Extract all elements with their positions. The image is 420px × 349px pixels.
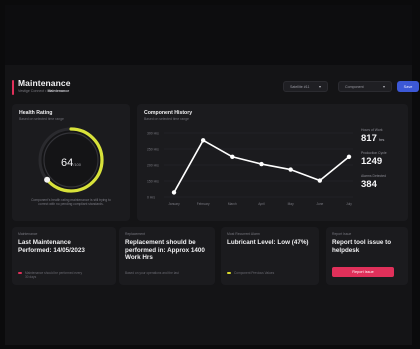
y-tick-label: 200 Hrs bbox=[147, 163, 159, 167]
card-foot-text: Component Previous Values bbox=[234, 271, 275, 275]
card-label: Report Issue bbox=[332, 232, 352, 236]
stat-value: 817 hrs bbox=[361, 133, 387, 144]
data-point[interactable] bbox=[346, 154, 352, 159]
chevron-down-icon: ▾ bbox=[318, 84, 321, 89]
stat-label: Hours of Work bbox=[361, 128, 383, 132]
card-foot: Maintenance should be performed every 30… bbox=[18, 271, 83, 279]
stat-production: Production Cycle 1249 bbox=[361, 151, 387, 167]
y-tick-label: 150 Hrs bbox=[147, 179, 159, 183]
health-value: 64/100 bbox=[52, 153, 90, 171]
x-tick-label: June bbox=[316, 202, 323, 206]
x-tick-label: April bbox=[258, 202, 265, 206]
data-point[interactable] bbox=[317, 178, 323, 183]
component-select-value: Component bbox=[345, 84, 364, 89]
data-point[interactable] bbox=[171, 190, 177, 195]
card-text: Report tool issue to helpdesk bbox=[332, 239, 392, 254]
component-history-chart: 300 Hrs 250 Hrs 200 Hrs 150 Hrs 0 Hrs January… bbox=[147, 131, 353, 206]
breadcrumb-prefix[interactable]: Vestige Connect • bbox=[18, 89, 46, 93]
breadcrumb-current: Maintenance bbox=[47, 89, 70, 93]
satellite-select-value: Satellite #11 bbox=[290, 84, 310, 89]
stat-unit: hrs bbox=[378, 137, 385, 142]
stat-label: Production Cycle bbox=[361, 151, 387, 155]
page-title: Maintenance bbox=[18, 78, 71, 88]
replacement-card: Replacement Replacement should be perfor… bbox=[119, 227, 215, 285]
save-button[interactable]: Save bbox=[397, 81, 419, 92]
y-tick-label: 300 Hrs bbox=[147, 131, 159, 135]
y-tick-label: 0 Hrs bbox=[147, 195, 155, 199]
series-line bbox=[173, 139, 350, 193]
card-foot: Component Previous Values bbox=[227, 271, 274, 275]
card-text: Replacement should be performed in: Appr… bbox=[125, 239, 205, 262]
health-score: 64 bbox=[60, 157, 74, 169]
y-tick-label: 250 Hrs bbox=[147, 147, 159, 151]
top-strip bbox=[5, 5, 412, 65]
recurrent-alarm-card: Most Recurrent Alarm Lubricant Level: Lo… bbox=[221, 227, 319, 285]
stat-hours: Hours of Work 817 hrs bbox=[361, 128, 387, 144]
data-point[interactable] bbox=[288, 167, 293, 172]
health-gauge-knob[interactable] bbox=[44, 176, 51, 183]
satellite-select[interactable]: Satellite #11 ▾ bbox=[283, 81, 328, 92]
card-foot-text: Based on your operations and the last bbox=[125, 271, 179, 275]
status-dot bbox=[227, 272, 231, 274]
report-issue-button[interactable]: Report Issue bbox=[332, 267, 394, 277]
x-tick-label: January bbox=[168, 202, 180, 206]
component-select[interactable]: Component ▾ bbox=[338, 81, 392, 92]
stat-alarms: Alarms Detected 384 bbox=[361, 174, 387, 190]
card-label: Maintenance bbox=[18, 232, 38, 236]
page-header: Maintenance Vestige Connect • Maintenanc… bbox=[12, 78, 419, 98]
stat-label: Alarms Detected bbox=[361, 174, 387, 178]
report-issue-card: Report Issue Report tool issue to helpde… bbox=[326, 227, 408, 285]
data-point[interactable] bbox=[259, 161, 264, 167]
breadcrumb: Vestige Connect • Maintenance bbox=[18, 89, 69, 93]
card-text: Last Maintenance Performed: 14/05/2023 bbox=[18, 239, 85, 254]
card-label: Replacement bbox=[125, 232, 145, 236]
data-point[interactable] bbox=[230, 154, 235, 159]
component-history-card: Component History Based on selected time… bbox=[137, 104, 408, 221]
x-tick-label: May bbox=[288, 202, 294, 206]
x-tick-label: July bbox=[346, 202, 352, 206]
data-point[interactable] bbox=[200, 138, 206, 143]
status-dot bbox=[18, 272, 22, 274]
health-rating-card: Health Rating Based on selected time ran… bbox=[12, 104, 130, 221]
card-text: Lubricant Level: Low (47%) bbox=[227, 239, 309, 246]
card-foot-text: Maintenance should be performed every 30… bbox=[25, 271, 83, 279]
stat-number: 817 bbox=[361, 133, 377, 144]
accent-bar bbox=[12, 80, 14, 95]
card-label: Most Recurrent Alarm bbox=[227, 232, 260, 236]
last-maintenance-card: Maintenance Last Maintenance Performed: … bbox=[12, 227, 116, 285]
chevron-down-icon: ▾ bbox=[382, 84, 385, 89]
history-stats: Hours of Work 817 hrs Production Cycle 12… bbox=[361, 128, 387, 197]
x-tick-label: March bbox=[228, 202, 237, 206]
health-max: /100 bbox=[73, 162, 82, 167]
stat-value: 1249 bbox=[361, 156, 383, 167]
x-tick-label: February bbox=[197, 202, 210, 206]
stat-value: 384 bbox=[361, 179, 377, 190]
health-caption: Component's health rating maintenance is… bbox=[31, 198, 111, 207]
card-foot: Based on your operations and the last bbox=[125, 271, 179, 275]
